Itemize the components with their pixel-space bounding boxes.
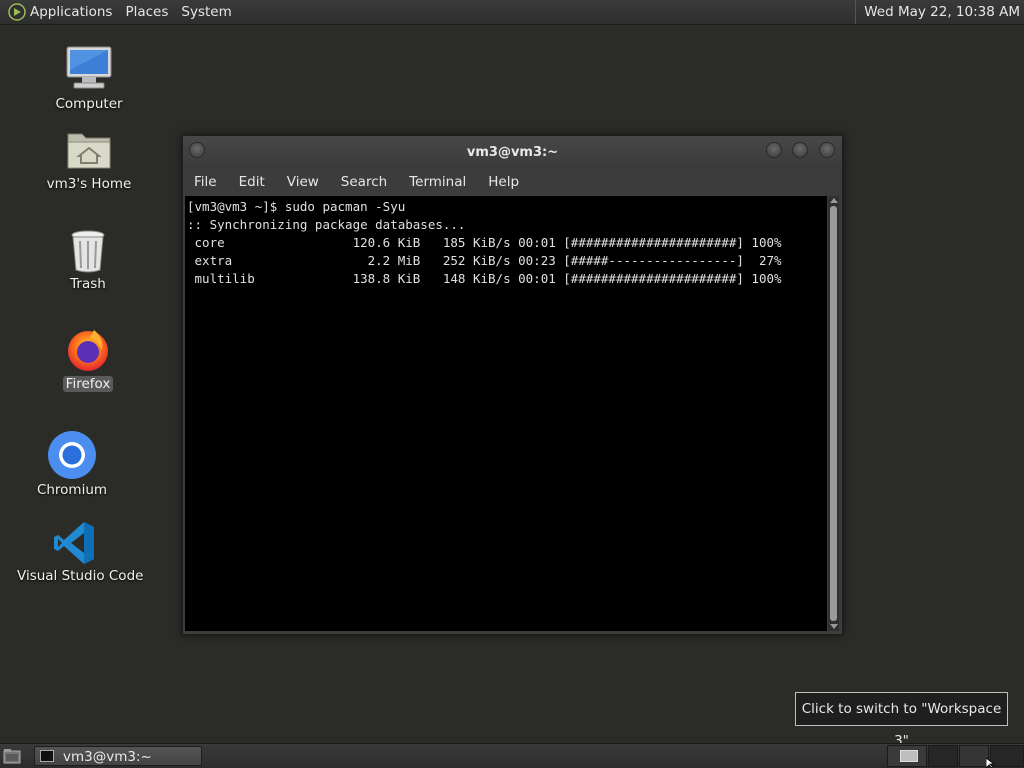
- places-menu[interactable]: Places: [125, 4, 168, 20]
- taskbar-terminal-button[interactable]: vm3@vm3:~: [34, 746, 202, 766]
- close-button[interactable]: [819, 142, 835, 158]
- scroll-up-arrow-icon[interactable]: [830, 198, 838, 203]
- terminal-line: extra 2.2 MiB 252 KiB/s 00:23 [#####----…: [187, 253, 782, 268]
- desktop-icon-label: Visual Studio Code: [17, 568, 144, 584]
- show-desktop-icon[interactable]: [3, 748, 21, 764]
- terminal-menubar: File Edit View Search Terminal Help: [183, 168, 842, 195]
- maximize-button[interactable]: [792, 142, 808, 158]
- terminal-line: multilib 138.8 KiB 148 KiB/s 00:01 [####…: [187, 271, 782, 286]
- terminal-line: [vm3@vm3 ~]$ sudo pacman -Syu: [187, 199, 406, 214]
- terminal-icon: [40, 750, 54, 762]
- terminal-text: [vm3@vm3 ~]$ sudo pacman -Syu :: Synchro…: [185, 196, 827, 288]
- trash-icon: [71, 230, 105, 273]
- workspace-tooltip: Click to switch to "Workspace 3": [795, 692, 1008, 749]
- desktop-icon-home[interactable]: vm3's Home: [42, 126, 136, 192]
- top-panel: Applications Places System Wed May 22, 1…: [0, 0, 1024, 25]
- workspace-window-thumbnail: [900, 750, 918, 762]
- terminal-scrollbar[interactable]: [828, 196, 839, 631]
- menu-view[interactable]: View: [276, 174, 330, 190]
- desktop-icon-label: Computer: [55, 96, 123, 112]
- minimize-button[interactable]: [766, 142, 782, 158]
- terminal-line: core 120.6 KiB 185 KiB/s 00:01 [########…: [187, 235, 782, 250]
- desktop-icon-label: Chromium: [36, 482, 108, 498]
- home-folder-icon: [67, 133, 111, 169]
- desktop-icon-label: Firefox: [62, 376, 114, 392]
- bottom-panel: vm3@vm3:~: [0, 743, 1024, 768]
- terminal-title: vm3@vm3:~: [466, 145, 559, 160]
- menu-search[interactable]: Search: [330, 174, 398, 190]
- clock[interactable]: Wed May 22, 10:38 AM: [855, 0, 1024, 24]
- terminal-window[interactable]: vm3@vm3:~ File Edit View Search Terminal…: [182, 135, 843, 635]
- desktop-icon-vscode[interactable]: Visual Studio Code: [14, 520, 143, 584]
- desktop-icon-firefox[interactable]: Firefox: [58, 326, 118, 392]
- computer-icon: [66, 46, 112, 89]
- terminal-line: :: Synchronizing package databases...: [187, 217, 466, 232]
- applications-logo-icon[interactable]: [8, 3, 26, 21]
- desktop-icon-computer[interactable]: Computer: [48, 44, 130, 112]
- scroll-thumb[interactable]: [830, 206, 837, 621]
- workspace-2[interactable]: [928, 745, 958, 767]
- terminal-output[interactable]: [vm3@vm3 ~]$ sudo pacman -Syu :: Synchro…: [185, 196, 827, 631]
- applications-menu[interactable]: Applications: [30, 4, 112, 20]
- desktop-icon-label: Trash: [70, 276, 106, 292]
- scroll-down-arrow-icon[interactable]: [830, 624, 838, 629]
- desktop-icon-chromium[interactable]: Chromium: [32, 430, 112, 498]
- system-menu[interactable]: System: [181, 4, 231, 20]
- menu-edit[interactable]: Edit: [228, 174, 276, 190]
- vscode-icon: [54, 522, 94, 564]
- chromium-icon: [48, 431, 96, 479]
- firefox-icon: [68, 330, 108, 371]
- desktop-icon-label: vm3's Home: [46, 176, 132, 192]
- terminal-titlebar[interactable]: vm3@vm3:~: [183, 136, 842, 168]
- taskbar-button-label: vm3@vm3:~: [63, 749, 152, 765]
- workspace-1[interactable]: [887, 745, 927, 767]
- mouse-cursor-icon: [986, 758, 996, 768]
- desktop-icon-trash[interactable]: Trash: [58, 228, 118, 292]
- menu-terminal[interactable]: Terminal: [398, 174, 477, 190]
- menu-file[interactable]: File: [183, 174, 228, 190]
- menu-help[interactable]: Help: [477, 174, 530, 190]
- workspace-3[interactable]: [959, 745, 989, 767]
